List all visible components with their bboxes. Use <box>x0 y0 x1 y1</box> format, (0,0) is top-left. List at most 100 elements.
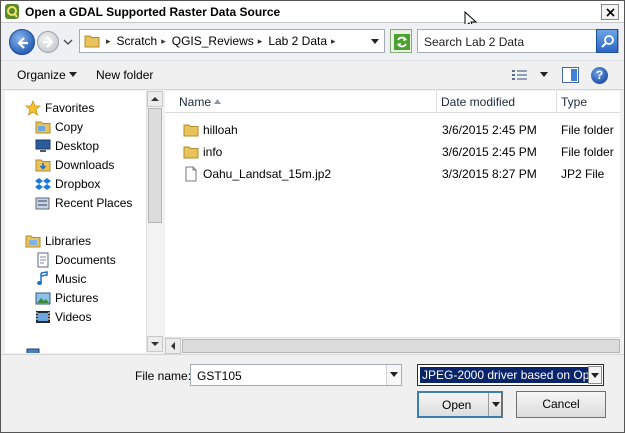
navigation-bar: ▸ Scratch ▸ QGIS_Reviews ▸ Lab 2 Data ▸ <box>1 24 624 60</box>
table-row[interactable]: hilloah 3/6/2015 2:45 PM File folder <box>165 119 620 141</box>
file-name-value: GST105 <box>197 369 242 383</box>
open-options-chevron-down-icon[interactable] <box>492 402 500 407</box>
scroll-thumb[interactable] <box>148 108 162 223</box>
search-input[interactable]: Search Lab 2 Data <box>417 29 619 53</box>
chevron-down-icon <box>591 373 599 378</box>
column-header-name[interactable]: Name <box>165 91 437 113</box>
nav-computer-partial[interactable] <box>25 347 45 353</box>
split-divider <box>488 393 489 416</box>
cancel-button[interactable]: Cancel <box>516 391 606 418</box>
breadcrumb-separator-icon[interactable]: ▸ <box>106 36 111 47</box>
nav-desktop[interactable]: Desktop <box>35 138 99 154</box>
desktop-icon <box>35 138 51 154</box>
refresh-icon <box>394 34 410 50</box>
forward-arrow-icon <box>43 36 54 48</box>
open-button[interactable]: Open <box>417 391 503 418</box>
refresh-button[interactable] <box>390 29 412 53</box>
scroll-down-button[interactable] <box>147 336 163 352</box>
nav-copy[interactable]: Copy <box>35 119 83 135</box>
address-chevron-down-icon[interactable] <box>370 38 380 46</box>
organize-button[interactable]: Organize <box>17 68 66 82</box>
breadcrumb-item[interactable]: Scratch <box>117 34 158 48</box>
address-bar[interactable]: ▸ Scratch ▸ QGIS_Reviews ▸ Lab 2 Data ▸ <box>79 29 385 53</box>
recent-locations-chevron-down-icon[interactable] <box>63 38 73 46</box>
search-button[interactable] <box>596 29 618 53</box>
scroll-left-button[interactable] <box>165 338 181 354</box>
back-button[interactable] <box>9 29 35 55</box>
documents-icon <box>35 252 51 268</box>
file-name: hilloah <box>203 123 238 137</box>
file-list-horizontal-scrollbar[interactable] <box>165 337 620 354</box>
breadcrumb-separator-icon[interactable]: ▸ <box>258 36 263 47</box>
nav-favorites[interactable]: Favorites <box>24 99 94 116</box>
nav-dropbox[interactable]: Dropbox <box>35 176 100 192</box>
file-list: Name Date modified Type hilloah 3/6/2015… <box>165 91 620 337</box>
file-name-dropdown-button[interactable] <box>386 365 401 385</box>
file-date: 3/6/2015 2:45 PM <box>442 145 537 159</box>
chevron-down-icon <box>151 342 159 346</box>
file-type-selected-value: JPEG-2000 driver based on OpenJPEG libra… <box>420 367 588 383</box>
music-icon <box>35 271 51 287</box>
command-bar: Organize New folder ? <box>1 60 624 90</box>
file-name-label: File name: <box>135 369 192 383</box>
new-folder-button[interactable]: New folder <box>96 68 153 82</box>
help-icon[interactable]: ? <box>591 67 608 84</box>
nav-pictures[interactable]: Pictures <box>35 290 98 306</box>
change-view-icon[interactable] <box>511 68 529 82</box>
view-options-chevron-down-icon[interactable] <box>540 72 548 77</box>
nav-item-label: Libraries <box>45 234 92 248</box>
table-row[interactable]: Oahu_Landsat_15m.jp2 3/3/2015 8:27 PM JP… <box>165 163 620 185</box>
nav-documents[interactable]: Documents <box>35 252 116 268</box>
nav-item-label: Videos <box>55 310 92 324</box>
videos-icon <box>35 309 51 325</box>
chevron-up-icon <box>151 97 159 101</box>
navigation-pane: Favorites Copy Desktop Downloads Dropbox <box>5 91 163 353</box>
breadcrumb-item[interactable]: Lab 2 Data <box>268 34 327 48</box>
nav-recent-places[interactable]: Recent Places <box>35 195 132 211</box>
breadcrumb-separator-icon[interactable]: ▸ <box>331 36 336 47</box>
close-button[interactable] <box>601 4 619 20</box>
folder-icon <box>183 124 199 137</box>
column-header-label: Name <box>179 95 212 109</box>
pictures-icon <box>35 290 51 306</box>
nav-downloads[interactable]: Downloads <box>35 157 114 173</box>
breadcrumb-separator-icon[interactable]: ▸ <box>161 36 166 47</box>
file-name-input[interactable]: GST105 <box>190 364 402 386</box>
nav-item-label: Pictures <box>55 291 99 305</box>
open-button-label: Open <box>442 398 472 412</box>
column-header-label: Type <box>561 95 588 109</box>
forward-button[interactable] <box>37 31 59 53</box>
nav-item-label: Music <box>55 272 87 286</box>
nav-item-label: Desktop <box>55 139 100 153</box>
open-raster-dialog: Open a GDAL Supported Raster Data Source <box>0 0 625 433</box>
back-arrow-icon <box>17 37 28 49</box>
nav-libraries[interactable]: Libraries <box>25 233 91 249</box>
nav-music[interactable]: Music <box>35 271 86 287</box>
scroll-up-button[interactable] <box>147 91 163 107</box>
file-type: File folder <box>561 145 614 159</box>
sort-ascending-icon <box>214 99 221 104</box>
scroll-thumb[interactable] <box>182 339 620 353</box>
table-row[interactable]: info 3/6/2015 2:45 PM File folder <box>165 141 620 163</box>
file-icon <box>185 166 197 182</box>
column-header-type[interactable]: Type <box>557 91 620 113</box>
column-header-date[interactable]: Date modified <box>437 91 557 113</box>
file-date: 3/3/2015 8:27 PM <box>442 167 537 181</box>
nav-item-label: Documents <box>55 253 116 267</box>
nav-item-label: Dropbox <box>55 177 101 191</box>
recent-places-icon <box>35 195 51 211</box>
chevron-down-icon[interactable] <box>69 72 77 77</box>
folder-icon <box>84 35 100 48</box>
nav-item-label: Recent Places <box>55 196 133 210</box>
file-type-dropdown-button[interactable] <box>588 366 602 384</box>
file-type: JP2 File <box>561 167 605 181</box>
preview-pane-icon[interactable] <box>562 67 579 83</box>
nav-videos[interactable]: Videos <box>35 309 91 325</box>
breadcrumb-item[interactable]: QGIS_Reviews <box>172 34 254 48</box>
search-placeholder: Search Lab 2 Data <box>424 35 525 49</box>
qgis-app-icon <box>5 4 19 19</box>
folder-icon <box>183 146 199 159</box>
navigation-pane-scrollbar[interactable] <box>146 91 163 353</box>
file-type-select[interactable]: JPEG-2000 driver based on OpenJPEG libra… <box>417 364 604 386</box>
chevron-left-icon <box>171 342 175 350</box>
